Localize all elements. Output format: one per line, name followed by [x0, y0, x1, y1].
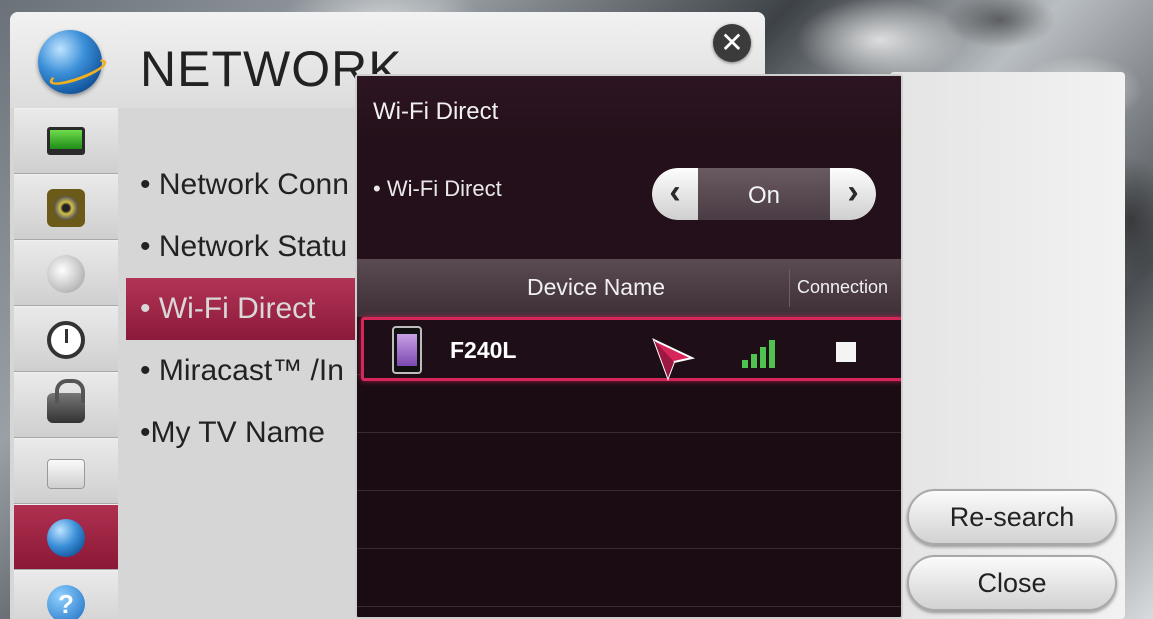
menu-item-network-status[interactable]: • Network Statu: [126, 216, 386, 278]
smartphone-icon: [392, 326, 422, 374]
menu-item-network-connection[interactable]: • Network Conn: [126, 154, 386, 216]
sidebar-item-sound[interactable]: [14, 174, 118, 240]
sidebar-item-channel[interactable]: [14, 240, 118, 306]
speaker-icon: [47, 189, 85, 227]
device-name: F240L: [450, 337, 517, 363]
briefcase-icon: [47, 459, 85, 489]
sidebar-item-lock[interactable]: [14, 372, 118, 438]
globe-icon: [47, 519, 85, 557]
sidebar-item-picture[interactable]: [14, 108, 118, 174]
chevron-left-icon[interactable]: ‹: [652, 168, 698, 220]
lock-icon: [47, 379, 85, 423]
close-button[interactable]: Close: [907, 555, 1117, 611]
chevron-right-icon[interactable]: ›: [830, 168, 876, 220]
wifi-direct-option-label: • Wi-Fi Direct: [373, 176, 502, 201]
dialog-title: Wi-Fi Direct: [373, 98, 499, 125]
column-connection: Connection: [797, 277, 889, 297]
menu-item-miracast[interactable]: • Miracast™ /In: [126, 340, 386, 402]
satellite-dish-icon: [47, 255, 85, 293]
column-divider: [789, 269, 790, 307]
tv-icon: [47, 127, 85, 155]
list-item: [357, 433, 901, 491]
network-menu: • Network Conn • Network Statu • Wi-Fi D…: [126, 154, 386, 464]
research-button[interactable]: Re-search: [907, 489, 1117, 545]
device-table-header: Device Name Connection: [357, 259, 901, 317]
globe-icon: [38, 30, 102, 94]
list-item: [357, 491, 901, 549]
connection-checkbox[interactable]: [836, 342, 856, 362]
clock-icon: [47, 321, 85, 359]
list-item: [357, 549, 901, 607]
help-icon: ?: [47, 585, 85, 619]
settings-sidebar: ?: [14, 108, 118, 619]
toggle-value: On: [698, 168, 830, 220]
sidebar-item-network[interactable]: [14, 504, 118, 570]
wifi-direct-toggle[interactable]: ‹ On ›: [652, 168, 876, 220]
wifi-direct-option-row: • Wi-Fi Direct ‹ On ›: [357, 144, 901, 259]
sidebar-item-option[interactable]: [14, 438, 118, 504]
signal-strength-icon: [742, 334, 782, 368]
pointer-cursor-icon: [652, 338, 696, 381]
list-item: [357, 375, 901, 433]
device-row-selected[interactable]: F240L: [361, 317, 901, 381]
close-icon[interactable]: ✕: [713, 24, 751, 62]
menu-item-wifi-direct[interactable]: • Wi-Fi Direct: [126, 278, 386, 340]
column-device-name: Device Name: [527, 274, 666, 300]
sidebar-item-time[interactable]: [14, 306, 118, 372]
sidebar-item-support[interactable]: ?: [14, 570, 118, 619]
dialog-titlebar: Wi-Fi Direct: [357, 76, 901, 144]
menu-item-my-tv-name[interactable]: •My TV Name: [126, 402, 386, 464]
wifi-direct-dialog: Wi-Fi Direct • Wi-Fi Direct ‹ On › Devic…: [355, 74, 903, 619]
